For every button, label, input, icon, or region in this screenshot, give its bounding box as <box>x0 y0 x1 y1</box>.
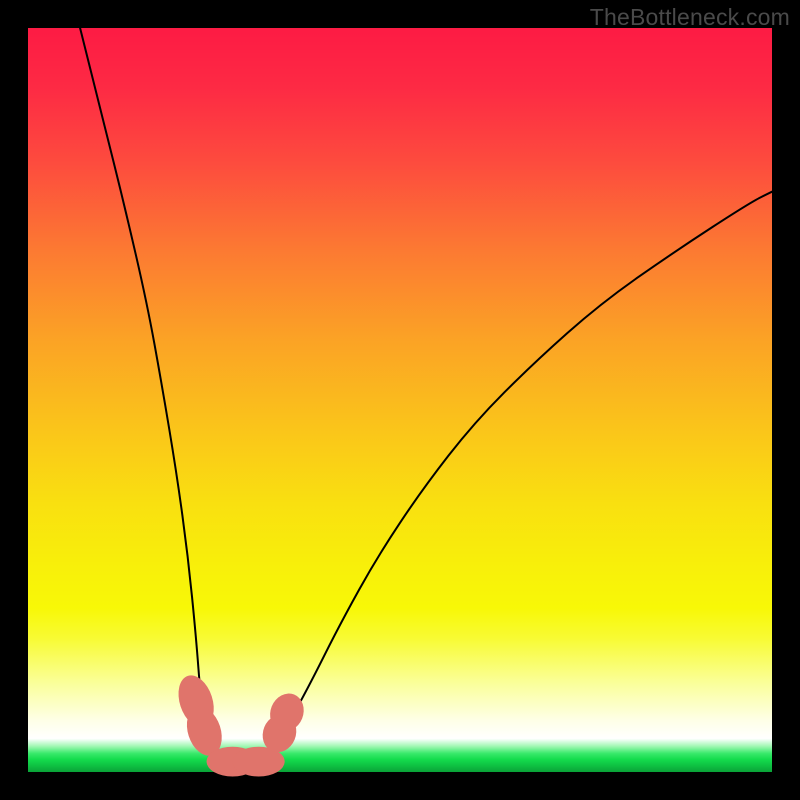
chart-frame: TheBottleneck.com <box>0 0 800 800</box>
right-curve <box>244 192 772 769</box>
left-curve <box>80 28 244 768</box>
curve-markers <box>172 671 309 777</box>
watermark-text: TheBottleneck.com <box>590 4 790 31</box>
chart-plot-area <box>28 28 772 772</box>
chart-svg <box>28 28 772 772</box>
